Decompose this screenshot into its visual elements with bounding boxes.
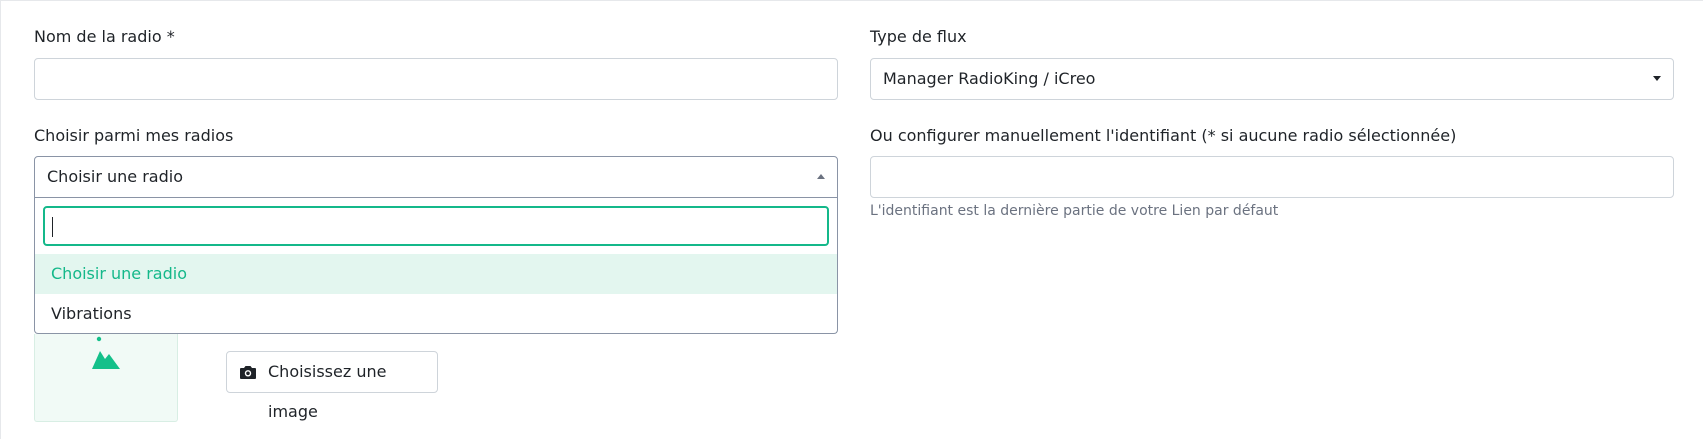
image-preview <box>34 334 178 422</box>
radio-form-card: Nom de la radio * Type de flux Manager R… <box>0 0 1703 439</box>
image-icon <box>92 336 120 369</box>
dropdown-search-input[interactable] <box>43 206 829 246</box>
text-cursor <box>52 217 53 237</box>
chevron-up-icon <box>817 174 825 179</box>
identifier-input[interactable] <box>870 156 1674 198</box>
choose-image-button-label: Choisissez une image <box>268 362 387 421</box>
choose-radio-label: Choisir parmi mes radios <box>34 126 234 145</box>
stream-type-selected: Manager RadioKing / iCreo <box>883 69 1096 88</box>
radio-name-input[interactable] <box>34 58 838 100</box>
choose-image-button[interactable]: Choisissez une image <box>226 351 438 421</box>
stream-type-label: Type de flux <box>870 27 967 46</box>
dropdown-option-choisir[interactable]: Choisir une radio <box>35 254 837 294</box>
identifier-label: Ou configurer manuellement l'identifiant… <box>870 126 1457 145</box>
stream-type-select[interactable]: Manager RadioKing / iCreo <box>870 58 1674 100</box>
radio-name-label: Nom de la radio * <box>34 27 175 46</box>
identifier-help-text: L'identifiant est la dernière partie de … <box>870 203 1279 219</box>
chevron-down-icon <box>1653 76 1661 81</box>
choose-radio-dropdown: Choisir une radio Vibrations <box>34 198 838 334</box>
camera-icon <box>240 366 256 379</box>
choose-radio-selected: Choisir une radio <box>47 167 183 186</box>
dropdown-option-vibrations[interactable]: Vibrations <box>35 294 837 334</box>
choose-radio-select[interactable]: Choisir une radio <box>34 156 838 198</box>
